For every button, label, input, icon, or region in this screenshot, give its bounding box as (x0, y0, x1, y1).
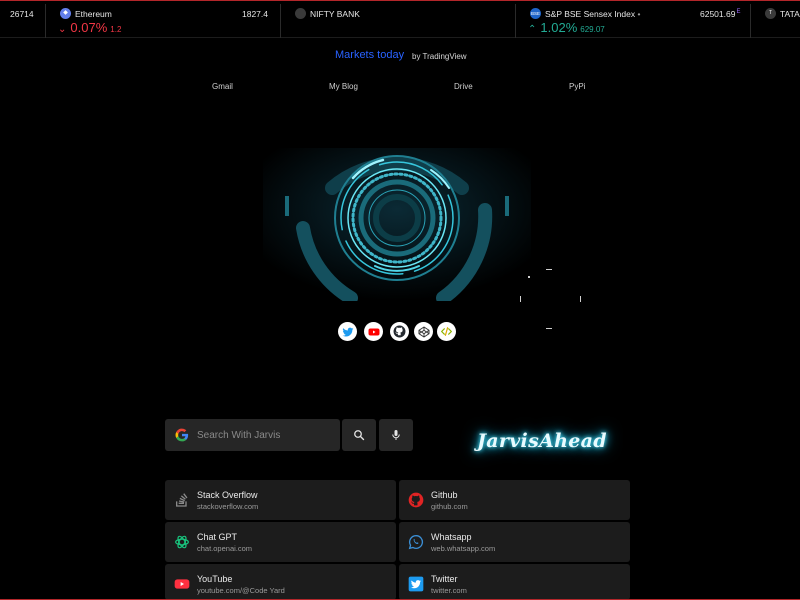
ticker-item-ethereum[interactable]: ◆ Ethereum 1827.4 ⌄ 0.07% 1.2 (46, 0, 280, 38)
link-card-github[interactable]: Github github.com (399, 480, 630, 520)
tata-icon: T (765, 8, 776, 19)
ticker-change-abs: 1.2 (110, 25, 122, 34)
codepen-icon (418, 326, 429, 337)
link-card-title: Github (431, 490, 458, 500)
link-card-title: Chat GPT (197, 532, 238, 542)
ticker-name: NIFTY BANK (310, 9, 360, 19)
search-button[interactable] (342, 419, 376, 451)
chevron-up-icon: ⌃ (528, 24, 537, 35)
ticker-name: TATA M (780, 9, 800, 19)
ethereum-icon: ◆ (60, 8, 71, 19)
ticker-price-suffix: E (736, 9, 741, 15)
social-github-button[interactable] (390, 322, 409, 341)
twitter-icon (408, 576, 424, 592)
link-card-url: web.whatsapp.com (431, 544, 496, 553)
link-card-stack-overflow[interactable]: Stack Overflow stackoverflow.com (165, 480, 396, 520)
link-card-title: YouTube (197, 574, 233, 584)
link-card-url: chat.openai.com (197, 544, 253, 553)
ticker-name-text: S&P BSE Sensex Index (545, 9, 636, 19)
glitch-mark (546, 328, 552, 329)
chevron-down-icon: ⌄ (58, 24, 67, 35)
link-card-url: twitter.com (431, 586, 467, 595)
whatsapp-icon (408, 534, 424, 550)
bse-icon: BSE (530, 8, 541, 19)
glitch-mark (520, 296, 521, 302)
tradingview-credit-link[interactable]: by TradingView (412, 52, 467, 61)
social-twitter-button[interactable] (338, 322, 357, 341)
code-icon (441, 327, 452, 336)
ticker-change-pct: 0.07% (70, 20, 108, 35)
twitter-icon (342, 327, 353, 337)
search-box (165, 419, 340, 451)
ticker-price-value: 62501.69 (700, 9, 736, 19)
nav-link-drive[interactable]: Drive (454, 82, 473, 91)
ticker-item-sensex[interactable]: BSE S&P BSE Sensex Index • 62501.69E ⌃ 1.… (516, 0, 750, 38)
social-youtube-button[interactable] (364, 322, 383, 341)
search-input[interactable] (197, 419, 337, 451)
stackoverflow-icon (176, 493, 188, 507)
link-card-url: youtube.com/@Code Yard (197, 586, 285, 595)
ticker-first-price: 26714 (10, 9, 34, 19)
ticker-change: ⌃ 1.02% 629.07 (528, 20, 605, 35)
nifty-icon (295, 8, 306, 19)
search-icon (354, 430, 365, 441)
chatgpt-icon (175, 535, 189, 549)
link-card-title: Twitter (431, 574, 458, 584)
ticker-price: 1827.4 (242, 9, 268, 19)
hero-hud-animation (263, 148, 531, 301)
glitch-mark (528, 276, 530, 278)
ticker-name: Ethereum (75, 9, 112, 19)
social-codepen-button[interactable] (414, 322, 433, 341)
glitch-mark (546, 269, 552, 270)
ticker-item-nifty-bank[interactable]: NIFTY BANK (281, 0, 515, 38)
ticker-tape: 26714 ◆ Ethereum 1827.4 ⌄ 0.07% 1.2 NIFTY … (0, 0, 800, 38)
youtube-icon (368, 328, 379, 335)
github-icon (393, 325, 406, 338)
link-card-url: stackoverflow.com (197, 502, 259, 511)
glitch-mark (580, 296, 581, 302)
link-card-title: Stack Overflow (197, 490, 258, 500)
voice-search-button[interactable] (379, 419, 413, 451)
ticker-change-abs: 629.07 (580, 25, 605, 34)
hud-ring-graphic (263, 148, 531, 301)
ticker-marker: • (637, 9, 641, 19)
ticker-price: 62501.69E (700, 9, 740, 19)
link-card-chat-gpt[interactable]: Chat GPT chat.openai.com (165, 522, 396, 562)
github-icon (408, 492, 424, 508)
ticker-name: S&P BSE Sensex Index • (545, 9, 640, 19)
nav-link-my-blog[interactable]: My Blog (329, 82, 358, 91)
nav-link-gmail[interactable]: Gmail (212, 82, 233, 91)
brand-logo-text: JarvisAhead (477, 430, 607, 452)
ticker-change: ⌄ 0.07% 1.2 (58, 20, 121, 35)
ticker-change-pct: 1.02% (540, 20, 578, 35)
ticker-item-tata[interactable]: T TATA M (751, 0, 800, 38)
link-card-youtube[interactable]: YouTube youtube.com/@Code Yard (165, 564, 396, 600)
link-card-twitter[interactable]: Twitter twitter.com (399, 564, 630, 600)
mic-icon (392, 430, 400, 440)
youtube-icon (174, 579, 190, 589)
social-code-button[interactable] (437, 322, 456, 341)
nav-link-pypi[interactable]: PyPi (569, 82, 585, 91)
google-icon (175, 428, 189, 442)
link-card-whatsapp[interactable]: Whatsapp web.whatsapp.com (399, 522, 630, 562)
link-card-title: Whatsapp (431, 532, 472, 542)
link-card-url: github.com (431, 502, 468, 511)
markets-today-link[interactable]: Markets today (335, 49, 404, 61)
